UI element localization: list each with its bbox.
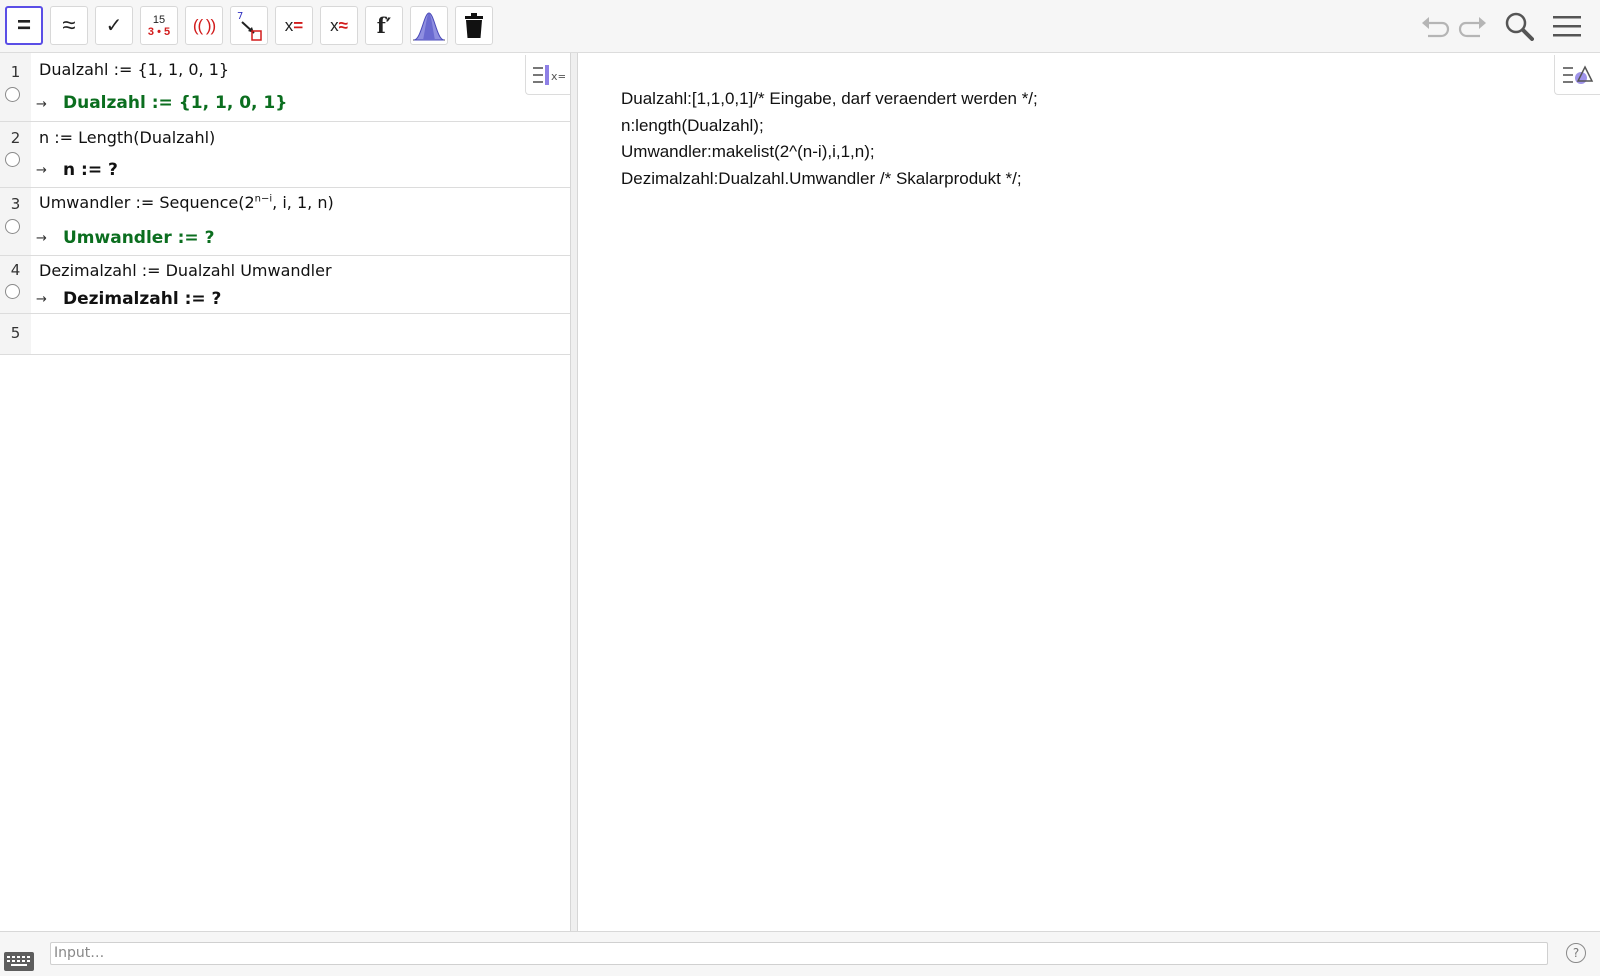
search-button[interactable]	[1500, 8, 1538, 44]
keyboard-button[interactable]	[4, 952, 34, 971]
toolbar: = ≈ ✓ 15 3 • 5 (( )) 7 x= x≈ f′	[0, 0, 1600, 53]
row-input[interactable]: Dezimalzahl := Dualzahl Umwandler	[39, 261, 332, 280]
keep-input-tool-button[interactable]: ✓	[95, 6, 133, 45]
svg-text:x=: x=	[551, 70, 565, 83]
row-input-suffix: , i, 1, n)	[272, 193, 334, 212]
row-visibility-toggle[interactable]	[5, 284, 20, 299]
row-output: Dezimalzahl := ?	[63, 289, 222, 309]
row-number: 2	[10, 129, 21, 147]
row-arrow: →	[36, 231, 47, 246]
row-output: Dualzahl := {1, 1, 0, 1}	[63, 93, 288, 113]
row-number: 1	[10, 63, 21, 81]
check-icon: ✓	[105, 14, 123, 37]
derivative-tool-button[interactable]: f′	[365, 6, 403, 45]
solve-tool-button[interactable]: x=	[275, 6, 313, 45]
normal-distribution-icon	[413, 11, 445, 40]
cas-row[interactable]: 3 Umwandler := Sequence(2n−i, i, 1, n) →…	[0, 188, 570, 256]
numeric-tool-label: ≈	[62, 11, 76, 39]
cas-row[interactable]: 4 Dezimalzahl := Dualzahl Umwandler → De…	[0, 256, 570, 314]
solve-numerically-tool-button[interactable]: x≈	[320, 6, 358, 45]
undo-button[interactable]	[1416, 8, 1454, 44]
evaluate-tool-button[interactable]: =	[5, 6, 43, 45]
svg-text:7: 7	[237, 11, 243, 22]
numeric-tool-button[interactable]: ≈	[50, 6, 88, 45]
redo-icon	[1458, 17, 1486, 38]
search-icon	[1505, 12, 1534, 41]
solve-numerically-tool-label: x≈	[330, 15, 348, 35]
row-input-prefix: Umwandler := Sequence(2	[39, 193, 255, 212]
redo-button[interactable]	[1454, 8, 1492, 44]
main-menu-button[interactable]	[1548, 8, 1586, 44]
undo-icon	[1422, 17, 1450, 38]
input-bar: Input… ?	[0, 931, 1600, 976]
expand-tool-button[interactable]: (( ))	[185, 6, 223, 45]
substitute-icon: 7	[237, 11, 262, 41]
cas-row[interactable]: 1 Dualzahl := {1, 1, 0, 1} → Dualzahl :=…	[0, 53, 570, 122]
text-line: Dualzahl:[1,1,0,1]/* Eingabe, darf verae…	[621, 89, 1038, 108]
derivative-tool-label: f′	[376, 13, 392, 38]
row-arrow: →	[36, 163, 47, 178]
app-window: = ≈ ✓ 15 3 • 5 (( )) 7 x= x≈ f′ 1 Dualza…	[0, 0, 1600, 976]
row-input[interactable]: Dualzahl := {1, 1, 0, 1}	[39, 60, 229, 79]
text-line: Dezimalzahl:Dualzahl.Umwandler /* Skalar…	[621, 169, 1022, 189]
row-number: 3	[10, 195, 21, 213]
probability-tool-button[interactable]	[410, 6, 448, 45]
row-arrow: →	[36, 97, 47, 112]
text-line: Umwandler:makelist(2^(n-i),i,1,n);	[621, 142, 875, 162]
text-view: Dualzahl:[1,1,0,1]/* Eingabe, darf verae…	[578, 53, 1600, 931]
graphics-style-bar-icon	[1562, 64, 1593, 84]
row-arrow: →	[36, 292, 47, 307]
factor-tool-button[interactable]: 15 3 • 5	[140, 6, 178, 45]
solve-tool-label: x=	[284, 15, 304, 35]
expand-tool-label: (( ))	[192, 15, 216, 35]
cas-style-bar-toggle[interactable]: x=	[525, 55, 570, 95]
row-visibility-toggle[interactable]	[5, 152, 20, 167]
row-input[interactable]: n := Length(Dualzahl)	[39, 128, 215, 147]
trash-icon	[465, 12, 483, 38]
row-output: Umwandler := ?	[63, 228, 215, 248]
hamburger-menu-icon	[1553, 16, 1581, 37]
row-visibility-toggle[interactable]	[5, 87, 20, 102]
graphics-style-bar-toggle[interactable]	[1554, 55, 1600, 95]
delete-tool-button[interactable]	[455, 6, 493, 45]
text-line: n:length(Dualzahl);	[621, 115, 764, 135]
text-content: Dualzahl:[1,1,0,1]/* Eingabe, darf verae…	[621, 86, 1038, 193]
row-input[interactable]: Umwandler := Sequence(2n−i, i, 1, n)	[39, 193, 334, 212]
row-input-exponent: n−i	[254, 193, 273, 205]
keyboard-icon	[7, 956, 30, 966]
factor-tool-top: 15	[152, 13, 166, 26]
row-number: 4	[10, 261, 21, 279]
row-output: n := ?	[63, 160, 118, 180]
row-visibility-toggle[interactable]	[5, 219, 20, 234]
view-splitter[interactable]	[570, 53, 578, 931]
factor-tool-bottom: 3 • 5	[147, 25, 171, 38]
algebra-input-field[interactable]: Input…	[50, 942, 1548, 965]
cas-view: 1 Dualzahl := {1, 1, 0, 1} → Dualzahl :=…	[0, 53, 570, 931]
substitute-tool-button[interactable]: 7	[230, 6, 268, 45]
help-button[interactable]: ?	[1566, 943, 1586, 963]
cas-row[interactable]: 5	[0, 314, 570, 355]
row-number: 5	[10, 324, 21, 342]
style-bar-icon: x=	[533, 64, 565, 85]
evaluate-tool-label: =	[16, 11, 31, 39]
cas-row[interactable]: 2 n := Length(Dualzahl) → n := ?	[0, 122, 570, 188]
